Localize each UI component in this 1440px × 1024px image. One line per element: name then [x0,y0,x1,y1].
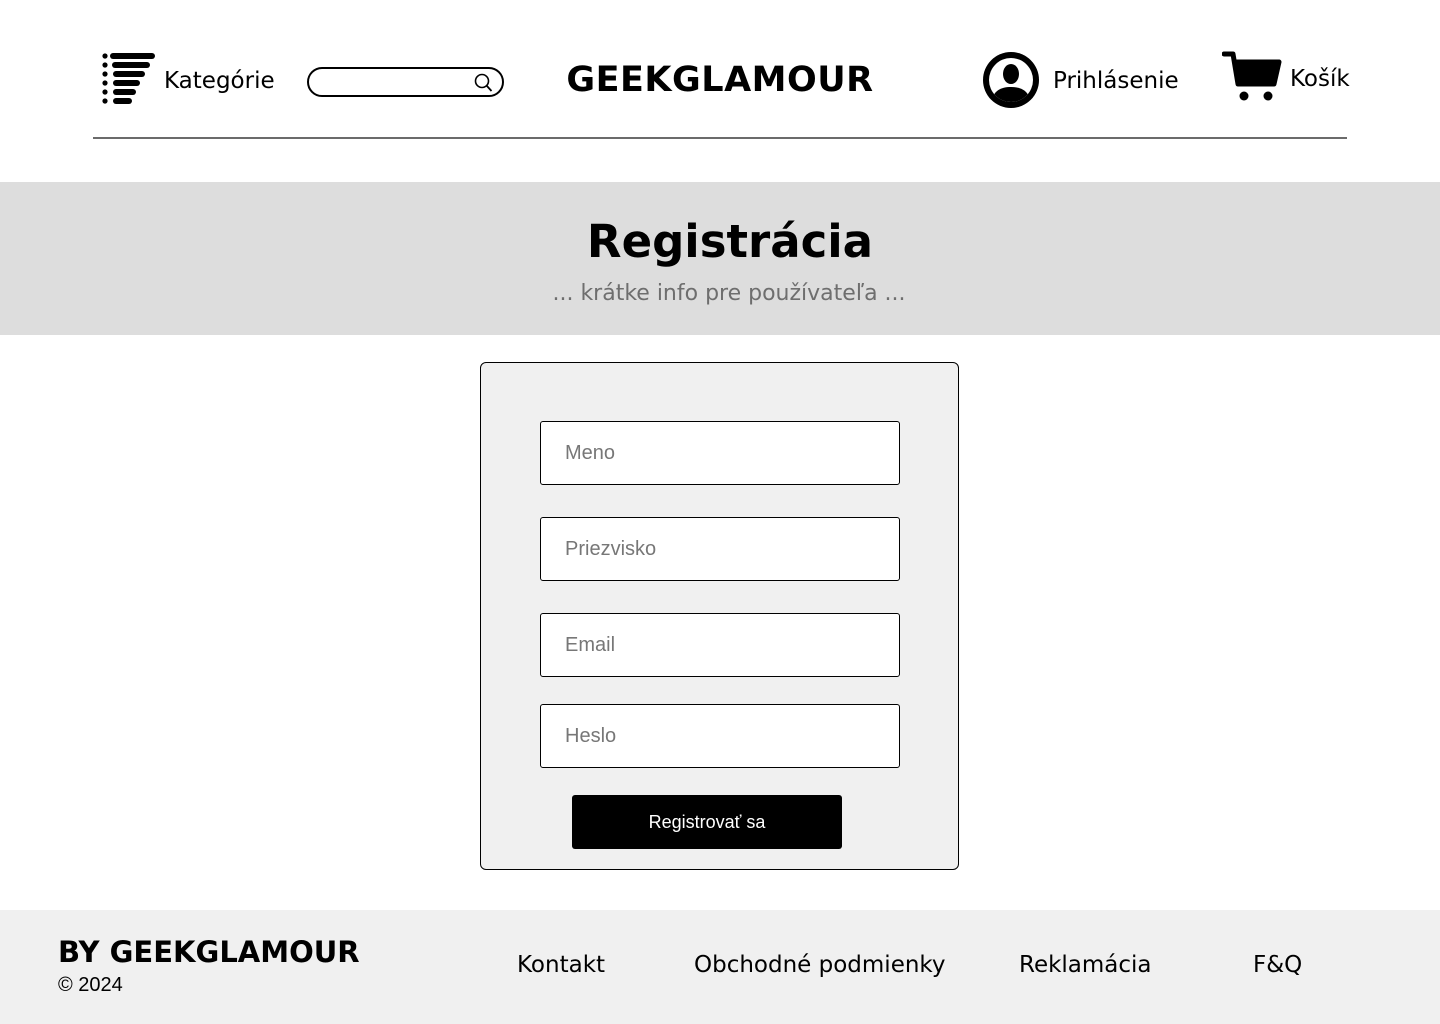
page-hero: Registrácia ... krátke info pre používat… [0,182,1440,335]
first-name-field[interactable] [541,422,899,484]
header-divider [93,137,1347,139]
footer-link-terms[interactable]: Obchodné podmienky [694,950,946,980]
email-field-box [540,613,900,677]
email-field[interactable] [541,614,899,676]
footer-link-contact[interactable]: Kontakt [517,950,605,980]
list-menu-icon[interactable] [100,50,158,106]
password-field[interactable] [541,705,899,767]
first-name-field-box [540,421,900,485]
footer-copyright: © 2024 [58,974,123,996]
last-name-field-box [540,517,900,581]
categories-label[interactable]: Kategórie [164,66,275,96]
search-bar[interactable] [307,67,504,97]
page-subtitle: ... krátke info pre používateľa ... [552,281,906,306]
footer-link-faq[interactable]: F&Q [1253,950,1302,980]
site-logo[interactable]: GEEKGLAMOUR [520,58,920,102]
search-icon[interactable] [472,72,494,94]
user-avatar-icon[interactable] [983,52,1039,108]
footer-brand: BY GEEKGLAMOUR [58,935,360,969]
login-link[interactable]: Prihlásenie [1053,66,1179,96]
shopping-cart-icon[interactable] [1222,50,1282,104]
search-input[interactable] [321,71,471,93]
site-footer: BY GEEKGLAMOUR © 2024 Kontakt Obchodné p… [0,910,1440,1024]
last-name-field[interactable] [541,518,899,580]
cart-link[interactable]: Košík [1290,64,1350,94]
site-header: Kategórie GEEKGLAMOUR Prihlásenie Košík [0,0,1440,140]
page-title: Registrácia [586,215,874,268]
register-button[interactable]: Registrovať sa [572,795,842,849]
registration-form: Registrovať sa [480,362,959,870]
password-field-box [540,704,900,768]
footer-link-complaints[interactable]: Reklamácia [1019,950,1152,980]
